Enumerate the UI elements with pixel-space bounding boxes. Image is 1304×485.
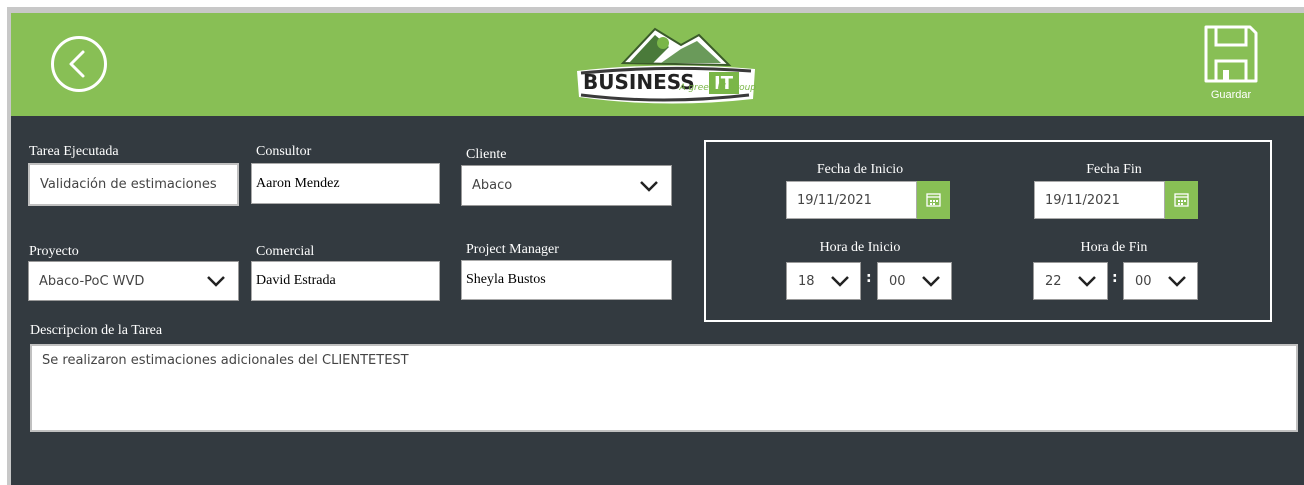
logo-tagline: A green IT Group (679, 83, 756, 93)
cliente-label: Cliente (466, 147, 507, 162)
comercial-label: Comercial (256, 244, 315, 259)
floppy-disk-icon (1204, 25, 1258, 83)
consultor-label: Consultor (256, 144, 312, 159)
hora-inicio-hour-dropdown[interactable]: 18 (786, 262, 861, 300)
hora-fin-hour-dropdown[interactable]: 22 (1033, 262, 1108, 300)
chevron-down-icon (640, 180, 658, 192)
fecha-fin-calendar-button[interactable] (1165, 181, 1198, 219)
time-separator: : (1112, 270, 1118, 286)
calendar-icon (1174, 193, 1189, 207)
hora-inicio-label: Hora de Inicio (819, 240, 901, 255)
save-label: Guardar (1210, 89, 1252, 101)
hora-fin-label: Hora de Fin (1080, 240, 1148, 255)
proyecto-value: Abaco-PoC WVD (39, 273, 145, 289)
hora-fin-minute-value: 00 (1135, 273, 1152, 289)
time-separator: : (866, 270, 872, 286)
hora-inicio-minute-dropdown[interactable]: 00 (877, 262, 952, 300)
back-button[interactable] (51, 36, 107, 92)
header-bar: BUSINESS IT A green IT Group Guardar (11, 13, 1304, 116)
cliente-value: Abaco (472, 178, 513, 193)
chevron-down-icon (207, 276, 225, 287)
consultor-field[interactable]: Aaron Mendez (251, 163, 440, 204)
tarea-ejecutada-label: Tarea Ejecutada (29, 144, 119, 159)
chevron-down-icon (1168, 276, 1186, 287)
proyecto-dropdown[interactable]: Abaco-PoC WVD (28, 261, 239, 301)
calendar-icon (926, 193, 941, 207)
comercial-field[interactable]: David Estrada (251, 261, 440, 301)
descripcion-textarea[interactable]: Se realizaron estimaciones adicionales d… (30, 344, 1298, 432)
fecha-inicio-label: Fecha de Inicio (816, 162, 904, 177)
hora-fin-minute-dropdown[interactable]: 00 (1123, 262, 1198, 300)
schedule-panel: Fecha de Inicio 19/11/2021 Fecha Fin 19/… (704, 140, 1272, 322)
chevron-left-icon (69, 50, 85, 78)
hora-fin-hour-value: 22 (1045, 273, 1062, 289)
proyecto-label: Proyecto (29, 244, 79, 259)
tarea-ejecutada-input[interactable]: Validación de estimaciones (28, 163, 239, 206)
project-manager-label: Project Manager (466, 242, 559, 257)
save-button[interactable]: Guardar (1191, 23, 1271, 113)
fecha-fin-input[interactable]: 19/11/2021 (1034, 181, 1165, 219)
fecha-inicio-input[interactable]: 19/11/2021 (786, 181, 917, 219)
hora-inicio-minute-value: 00 (889, 273, 906, 289)
fecha-fin-label: Fecha Fin (1086, 162, 1142, 177)
hora-inicio-hour-value: 18 (798, 273, 815, 289)
fecha-inicio-calendar-button[interactable] (917, 181, 950, 219)
chevron-down-icon (1078, 276, 1096, 287)
chevron-down-icon (922, 276, 940, 287)
business-it-logo: BUSINESS IT A green IT Group (563, 21, 763, 105)
cliente-dropdown[interactable]: Abaco (461, 165, 672, 206)
descripcion-label: Descripcion de la Tarea (30, 323, 163, 338)
project-manager-field[interactable]: Sheyla Bustos (461, 260, 672, 300)
app-window: BUSINESS IT A green IT Group Guardar Tar… (0, 0, 1304, 485)
chevron-down-icon (831, 276, 849, 287)
task-form-panel: Tarea Ejecutada Validación de estimacion… (11, 116, 1304, 485)
